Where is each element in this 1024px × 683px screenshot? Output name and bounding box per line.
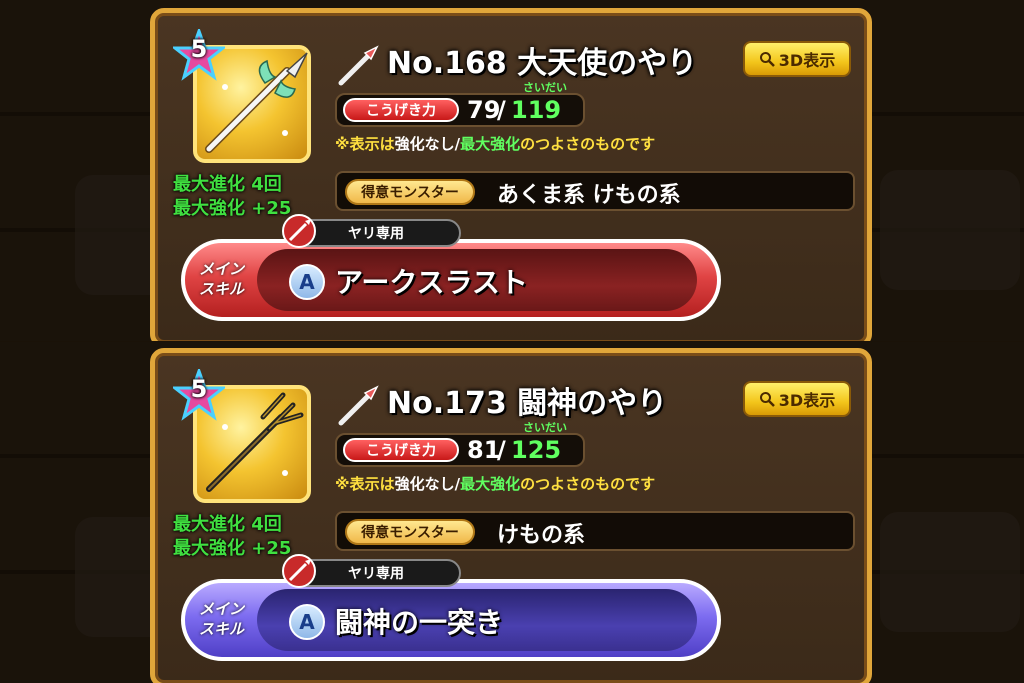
note-suffix: のつよさのものです bbox=[520, 135, 656, 153]
magnifier-icon bbox=[759, 52, 775, 67]
attack-label: こうげき力 bbox=[343, 438, 459, 462]
weapon-detail-bottom: 5 最大進化 4回 最大強化 +25 No.173 闘神のやり 3D表示 さいだ… bbox=[0, 342, 1024, 683]
max-stats: 最大進化 4回 最大強化 +25 bbox=[173, 513, 291, 561]
spear-category-icon bbox=[338, 45, 379, 86]
main-skill-label: メイン スキル bbox=[199, 599, 244, 639]
note-suffix: のつよさのものです bbox=[520, 475, 656, 493]
attack-current: 79 bbox=[467, 96, 501, 124]
skill-name: アークスラスト bbox=[335, 266, 528, 299]
main-skill-label-line1: メイン bbox=[199, 260, 245, 278]
magnifier-icon bbox=[759, 392, 775, 407]
exclusive-label: ヤリ専用 bbox=[348, 566, 404, 582]
note-plain: 強化なし/ bbox=[394, 475, 461, 493]
max-evolution-text: 最大進化 4回 bbox=[173, 174, 282, 195]
monster-label: 得意モンスター bbox=[345, 179, 475, 205]
main-skill-label-line1: メイン bbox=[199, 600, 245, 618]
note-max: 最大強化 bbox=[460, 475, 521, 493]
monster-value: あくま系 けもの系 bbox=[497, 183, 681, 208]
monster-label: 得意モンスター bbox=[345, 519, 475, 545]
rarity-number: 5 bbox=[190, 35, 208, 63]
weapon-card: 5 最大進化 4回 最大強化 +25 No.168 大天使のやり 3D表示 さい… bbox=[150, 8, 872, 341]
monster-value: けもの系 bbox=[497, 523, 586, 548]
max-enhance-text: 最大強化 +25 bbox=[173, 538, 292, 559]
monster-row: 得意モンスター あくま系 けもの系 bbox=[335, 171, 855, 211]
note-plain: 強化なし/ bbox=[394, 135, 461, 153]
main-skill-label: メイン スキル bbox=[199, 259, 244, 299]
skill-grade-badge: A bbox=[289, 264, 325, 300]
attack-separator: / bbox=[497, 96, 506, 124]
max-evolution-text: 最大進化 4回 bbox=[173, 514, 282, 535]
main-skill-label-line2: スキル bbox=[199, 280, 245, 298]
rarity-number: 5 bbox=[190, 375, 208, 403]
weapon-title: No.168 大天使のやり bbox=[387, 46, 698, 81]
exclusive-label: ヤリ専用 bbox=[348, 226, 404, 242]
skill-grade-badge: A bbox=[289, 604, 325, 640]
main-skill-label-line2: スキル bbox=[199, 620, 245, 638]
skill-name: 闘神の一突き bbox=[335, 606, 504, 639]
main-skill-bar[interactable]: メイン スキル A アークスラスト bbox=[181, 239, 721, 321]
note-prefix: ※表示は bbox=[335, 135, 395, 153]
weapon-detail-top: 5 最大進化 4回 最大強化 +25 No.168 大天使のやり 3D表示 さい… bbox=[0, 0, 1024, 341]
note-prefix: ※表示は bbox=[335, 475, 395, 493]
note-max: 最大強化 bbox=[460, 135, 521, 153]
max-stats: 最大進化 4回 最大強化 +25 bbox=[173, 173, 291, 221]
attack-row: こうげき力 81 / 125 bbox=[335, 433, 585, 467]
view-3d-label: 3D表示 bbox=[778, 391, 836, 410]
attack-label: こうげき力 bbox=[343, 98, 459, 122]
attack-max: 119 bbox=[511, 96, 562, 124]
monster-row: 得意モンスター けもの系 bbox=[335, 511, 855, 551]
weapon-title: No.173 闘神のやり bbox=[387, 386, 668, 421]
attack-row: こうげき力 79 / 119 bbox=[335, 93, 585, 127]
weapon-card: 5 最大進化 4回 最大強化 +25 No.173 闘神のやり 3D表示 さいだ… bbox=[150, 348, 872, 683]
view-3d-label: 3D表示 bbox=[778, 51, 836, 70]
attack-max: 125 bbox=[511, 436, 562, 464]
max-enhance-text: 最大強化 +25 bbox=[173, 198, 292, 219]
spear-category-icon bbox=[338, 385, 379, 426]
stat-note: ※表示は強化なし/最大強化のつよさのものです bbox=[335, 133, 655, 154]
view-3d-button[interactable]: 3D表示 bbox=[743, 41, 851, 77]
stat-note: ※表示は強化なし/最大強化のつよさのものです bbox=[335, 473, 655, 494]
attack-current: 81 bbox=[467, 436, 501, 464]
spear-exclusive-icon bbox=[282, 214, 316, 248]
spear-exclusive-icon bbox=[282, 554, 316, 588]
main-skill-bar[interactable]: メイン スキル A 闘神の一突き bbox=[181, 579, 721, 661]
attack-separator: / bbox=[497, 436, 506, 464]
view-3d-button[interactable]: 3D表示 bbox=[743, 381, 851, 417]
